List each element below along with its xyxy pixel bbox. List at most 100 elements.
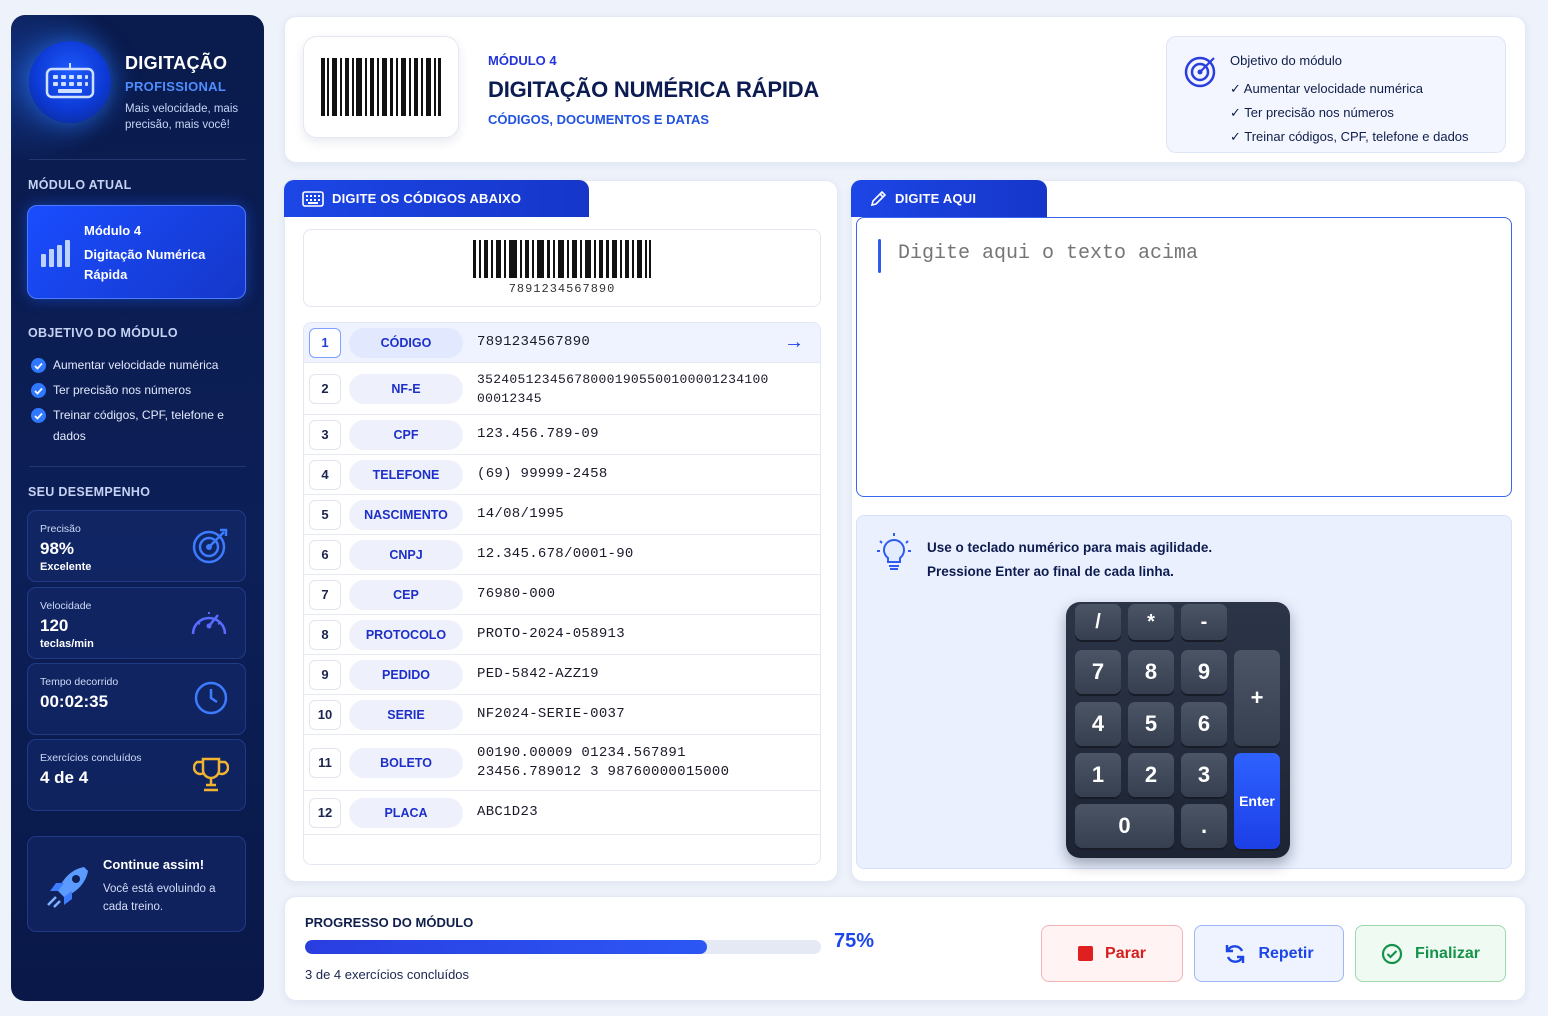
row-value: PED-5842-AZZ19	[477, 666, 599, 682]
table-row[interactable]: 11 BOLETO 00190.00009 01234.567891 23456…	[304, 735, 820, 791]
objective-box: Objetivo do módulo ✓ Aumentar velocidade…	[1166, 36, 1506, 153]
typing-input[interactable]	[856, 217, 1512, 497]
progress-percent: 75%	[834, 930, 875, 952]
row-value: (69) 99999-2458	[477, 466, 608, 482]
numeric-keypad: / * - 7 8 9 + 4 5 6 1 2 3 Enter 0 .	[1066, 602, 1290, 858]
key-enter[interactable]: Enter	[1234, 753, 1280, 849]
stop-icon	[1078, 946, 1094, 961]
row-label: CNPJ	[349, 539, 463, 570]
key-3[interactable]: 3	[1181, 753, 1227, 797]
target-icon	[1184, 56, 1216, 88]
stop-button-label: Parar	[1105, 944, 1146, 962]
keyboard-icon	[302, 190, 324, 207]
row-value: 352405123456780001905500100001234100 000…	[477, 371, 769, 406]
key-6[interactable]: 6	[1181, 702, 1227, 746]
target-icon	[192, 528, 228, 564]
key-minus[interactable]: -	[1181, 604, 1227, 640]
key-slash[interactable]: /	[1075, 604, 1121, 640]
refresh-icon	[1226, 944, 1245, 963]
stat-precision: Precisão 98% Excelente	[27, 510, 246, 582]
table-row[interactable]: 3 CPF 123.456.789-09	[304, 415, 820, 455]
barcode-image	[303, 36, 459, 138]
row-label: NASCIMENTO	[349, 499, 463, 530]
check-circle-icon	[31, 408, 46, 423]
stat-speed: Velocidade 120 teclas/min	[27, 587, 246, 659]
key-plus[interactable]: +	[1234, 650, 1280, 746]
key-8[interactable]: 8	[1128, 650, 1174, 694]
key-multiply[interactable]: *	[1128, 604, 1174, 640]
row-index: 10	[309, 699, 341, 730]
divider	[29, 466, 246, 467]
page-subtitle: CÓDIGOS, DOCUMENTOS E DATAS	[488, 112, 710, 127]
progress-bar-fill	[305, 940, 708, 954]
table-row[interactable]: 5 NASCIMENTO 14/08/1995	[304, 495, 820, 535]
key-1[interactable]: 1	[1075, 753, 1121, 797]
row-value: 00190.00009 01234.567891 23456.789012 3 …	[477, 744, 730, 780]
finish-button[interactable]: Finalizar	[1355, 925, 1506, 982]
stat-exercises: Exercícios concluídos 4 de 4	[27, 739, 246, 811]
module-label: MÓDULO 4	[488, 53, 557, 68]
motivation-title: Continue assim!	[103, 857, 205, 872]
progress-bar	[305, 940, 821, 954]
table-row[interactable]: 6 CNPJ 12.345.678/0001-90	[304, 535, 820, 575]
row-index: 9	[309, 659, 341, 690]
lightbulb-icon	[877, 533, 911, 570]
table-row[interactable]: 10 SERIE NF2024-SERIE-0037	[304, 695, 820, 735]
row-label: SERIE	[349, 699, 463, 730]
divider	[29, 159, 246, 160]
row-value: PROTO-2024-058913	[477, 626, 625, 642]
current-module-card[interactable]: Módulo 4 Digitação Numérica Rápida	[27, 205, 246, 299]
stat-elapsed-time: Tempo decorrido 00:02:35	[27, 663, 246, 735]
tip-line: Pressione Enter ao final de cada linha.	[927, 564, 1174, 579]
check-circle-icon	[31, 383, 46, 398]
row-index: 11	[309, 747, 341, 778]
table-row[interactable]: 1 CÓDIGO 7891234567890 →	[304, 323, 820, 363]
objectives-list: Aumentar velocidade numérica Ter precisã…	[31, 355, 241, 451]
table-row[interactable]: 4 TELEFONE (69) 99999-2458	[304, 455, 820, 495]
key-4[interactable]: 4	[1075, 702, 1121, 746]
table-row[interactable]: 2 NF-E 352405123456780001905500100001234…	[304, 363, 820, 415]
stat-label: Exercícios concluídos	[40, 752, 142, 764]
stop-button[interactable]: Parar	[1041, 925, 1183, 982]
clock-icon	[194, 681, 228, 715]
table-row[interactable]: 12 PLACA ABC1D23	[304, 791, 820, 835]
table-row[interactable]: 8 PROTOCOLO PROTO-2024-058913	[304, 615, 820, 655]
brand: DIGITAÇÃO PROFISSIONAL Mais velocidade, …	[29, 41, 254, 151]
finish-button-label: Finalizar	[1415, 944, 1480, 962]
trophy-icon	[193, 757, 229, 792]
codes-tab-label: DIGITE OS CÓDIGOS ABAIXO	[332, 191, 522, 206]
table-row[interactable]: 7 CEP 76980-000	[304, 575, 820, 615]
tip-box: Use o teclado numérico para mais agilida…	[856, 515, 1512, 869]
stat-unit: teclas/min	[40, 638, 94, 650]
barcode-preview: 7891234567890	[303, 229, 821, 307]
key-5[interactable]: 5	[1128, 702, 1174, 746]
objective-item: ✓ Treinar códigos, CPF, telefone e dados	[1230, 129, 1469, 144]
key-9[interactable]: 9	[1181, 650, 1227, 694]
row-value: ABC1D23	[477, 804, 538, 820]
row-value: 14/08/1995	[477, 506, 565, 522]
objective-title: Objetivo do módulo	[1230, 53, 1343, 68]
key-dot[interactable]: .	[1181, 804, 1227, 848]
key-2[interactable]: 2	[1128, 753, 1174, 797]
module-header: MÓDULO 4 DIGITAÇÃO NUMÉRICA RÁPIDA CÓDIG…	[284, 16, 1526, 163]
stat-label: Velocidade	[40, 600, 92, 612]
objective-item: ✓ Ter precisão nos números	[1230, 105, 1394, 120]
table-row[interactable]: 9 PEDIDO PED-5842-AZZ19	[304, 655, 820, 695]
typing-tab[interactable]: DIGITE AQUI	[851, 180, 1047, 217]
key-7[interactable]: 7	[1075, 650, 1121, 694]
objectives-heading: OBJETIVO DO MÓDULO	[28, 326, 178, 340]
bar-chart-icon	[41, 240, 70, 267]
repeat-button[interactable]: Repetir	[1194, 925, 1344, 982]
row-value: NF2024-SERIE-0037	[477, 706, 625, 722]
row-value: 123.456.789-09	[477, 426, 599, 442]
typing-tab-label: DIGITE AQUI	[895, 191, 977, 206]
stat-unit: Excelente	[40, 561, 92, 573]
row-label: TELEFONE	[349, 459, 463, 490]
tip-text: Use o teclado numérico para mais agilida…	[927, 536, 1212, 584]
key-0[interactable]: 0	[1075, 804, 1174, 848]
codes-tab[interactable]: DIGITE OS CÓDIGOS ABAIXO	[284, 180, 589, 217]
objective-text: Aumentar velocidade numérica	[53, 358, 219, 372]
objective-text: Ter precisão nos números	[53, 383, 192, 397]
row-label: CÓDIGO	[349, 327, 463, 358]
stat-label: Tempo decorrido	[40, 676, 119, 688]
